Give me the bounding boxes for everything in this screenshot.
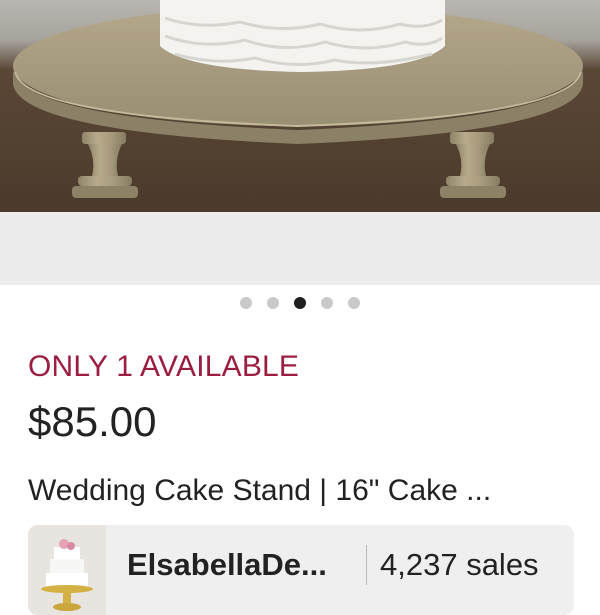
shop-name[interactable]: ElsabellaDe... bbox=[127, 547, 327, 583]
product-photo[interactable] bbox=[0, 0, 600, 212]
shop-sales-count: 4,237 sales bbox=[380, 547, 539, 582]
availability-label: ONLY 1 AVAILABLE bbox=[28, 350, 300, 383]
right-leg bbox=[440, 132, 506, 198]
carousel-dot[interactable] bbox=[348, 297, 360, 309]
carousel-dot-active[interactable] bbox=[294, 297, 306, 309]
carousel-dot[interactable] bbox=[321, 297, 333, 309]
cake-stand-illustration bbox=[13, 0, 583, 198]
image-carousel[interactable] bbox=[0, 0, 600, 285]
carousel-dots bbox=[0, 297, 600, 311]
shop-avatar bbox=[28, 525, 106, 615]
listing-title[interactable]: Wedding Cake Stand | 16" Cake ... bbox=[28, 474, 491, 508]
carousel-dot[interactable] bbox=[240, 297, 252, 309]
left-leg bbox=[72, 132, 138, 198]
divider bbox=[366, 545, 367, 585]
shop-card[interactable]: ElsabellaDe... 4,237 sales bbox=[28, 525, 574, 615]
carousel-dot[interactable] bbox=[267, 297, 279, 309]
price: $85.00 bbox=[28, 398, 157, 445]
